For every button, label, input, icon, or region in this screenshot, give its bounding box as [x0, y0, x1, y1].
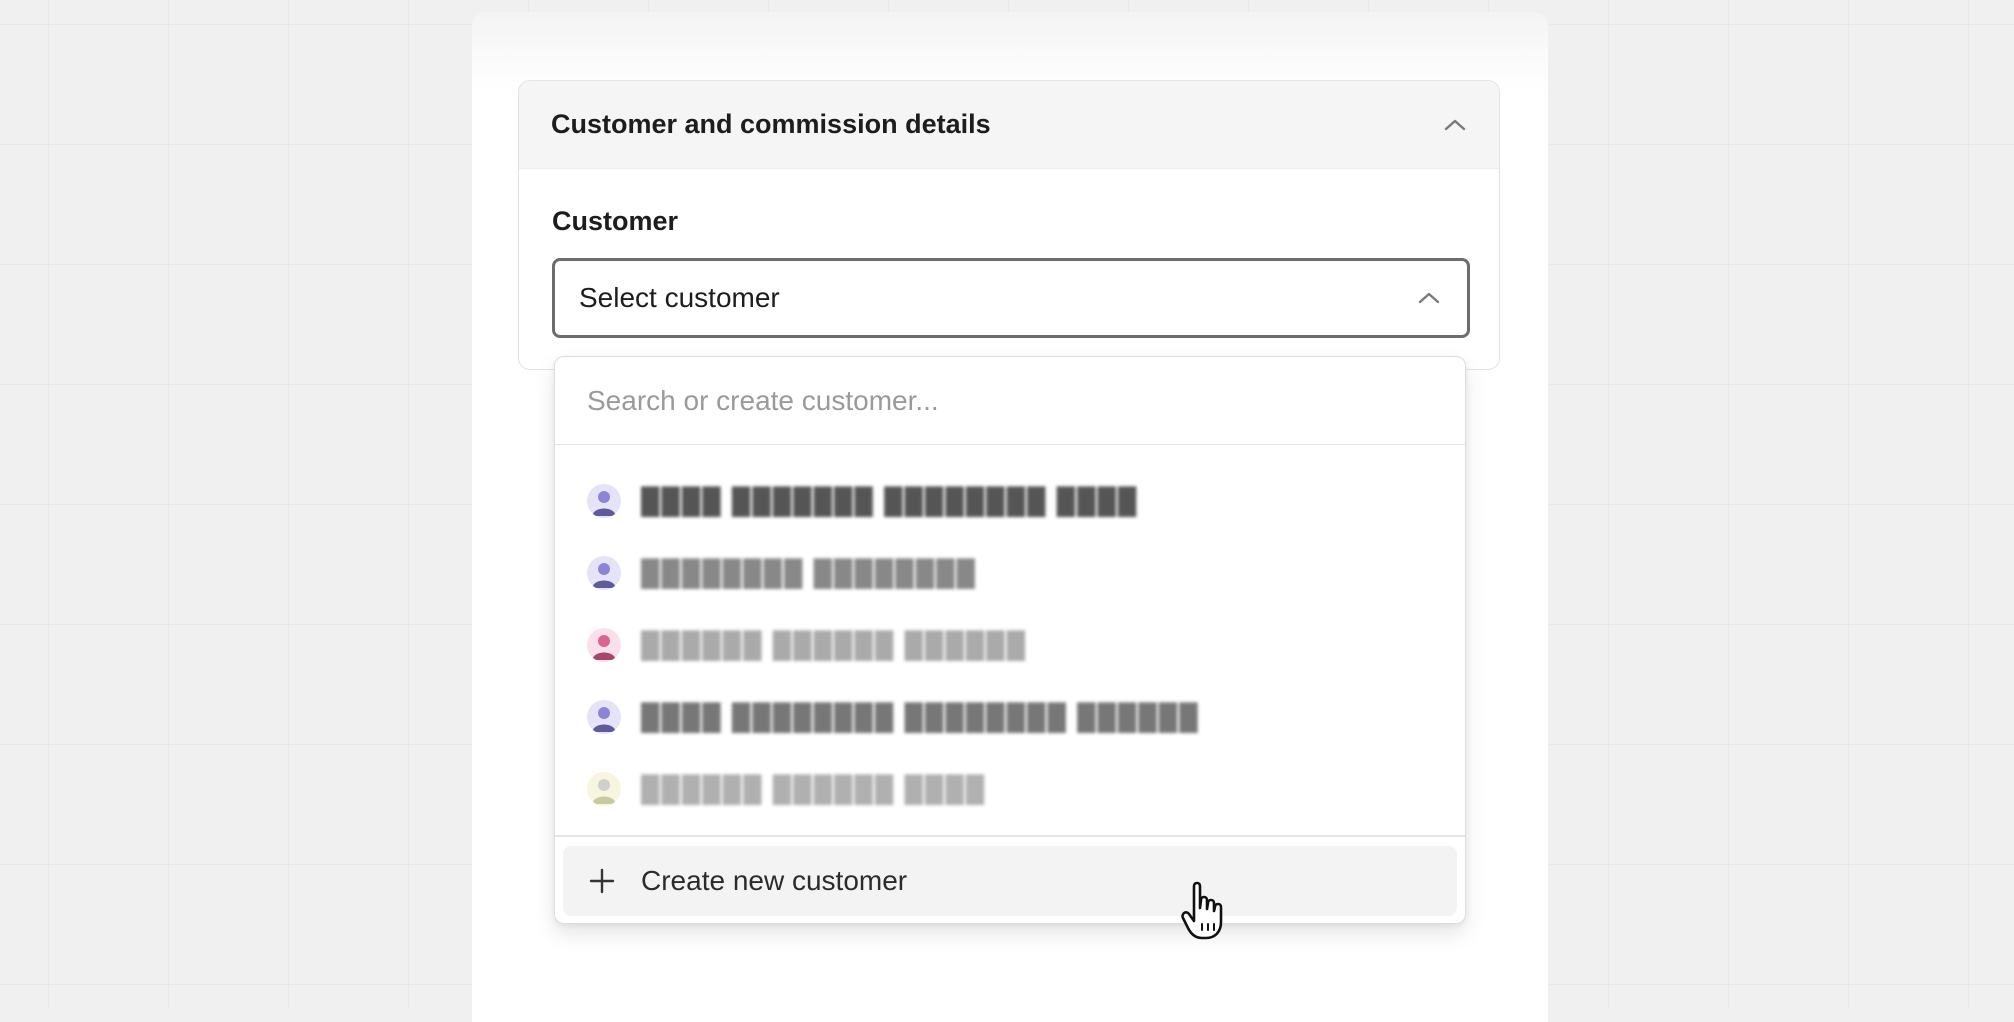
hand-pointer-cursor-icon [1180, 878, 1230, 942]
customer-list: ████ ███████ ████████ ████ ████████ ████… [555, 465, 1465, 825]
customer-name: ████████ ████████ [641, 557, 977, 588]
customer-dropdown: ████ ███████ ████████ ████ ████████ ████… [554, 356, 1466, 924]
section-title: Customer and commission details [551, 109, 991, 139]
chevron-up-icon [1417, 286, 1441, 310]
list-item[interactable]: ████ ████████ ████████ ██████ [555, 681, 1465, 753]
customer-label: Customer [552, 206, 679, 236]
user-avatar-icon [587, 700, 621, 734]
list-item[interactable]: ████ ███████ ████████ ████ [555, 465, 1465, 537]
create-new-customer-button[interactable]: Create new customer [563, 846, 1457, 916]
customer-search-input[interactable] [555, 357, 1465, 445]
customer-name: ██████ ██████ ██████ [641, 629, 1028, 660]
customer-select[interactable]: Select customer [552, 258, 1470, 338]
dropdown-divider [555, 835, 1465, 837]
user-avatar-icon [587, 628, 621, 662]
user-avatar-icon [587, 772, 621, 806]
customer-name: ████ ███████ ████████ ████ [641, 485, 1139, 516]
list-item[interactable]: ██████ ██████ ██████ [555, 609, 1465, 681]
list-item[interactable]: ██████ ██████ ████ [555, 753, 1465, 825]
section-header[interactable]: Customer and commission details [519, 81, 1499, 169]
chevron-up-icon[interactable] [1443, 113, 1467, 137]
customer-name: ██████ ██████ ████ [641, 773, 987, 804]
user-avatar-icon [587, 556, 621, 590]
list-item[interactable]: ████████ ████████ [555, 537, 1465, 609]
plus-icon [589, 868, 615, 894]
customer-select-value: Select customer [579, 282, 780, 313]
create-new-customer-label: Create new customer [641, 865, 908, 896]
customer-name: ████ ████████ ████████ ██████ [641, 701, 1200, 732]
user-avatar-icon [587, 484, 621, 518]
